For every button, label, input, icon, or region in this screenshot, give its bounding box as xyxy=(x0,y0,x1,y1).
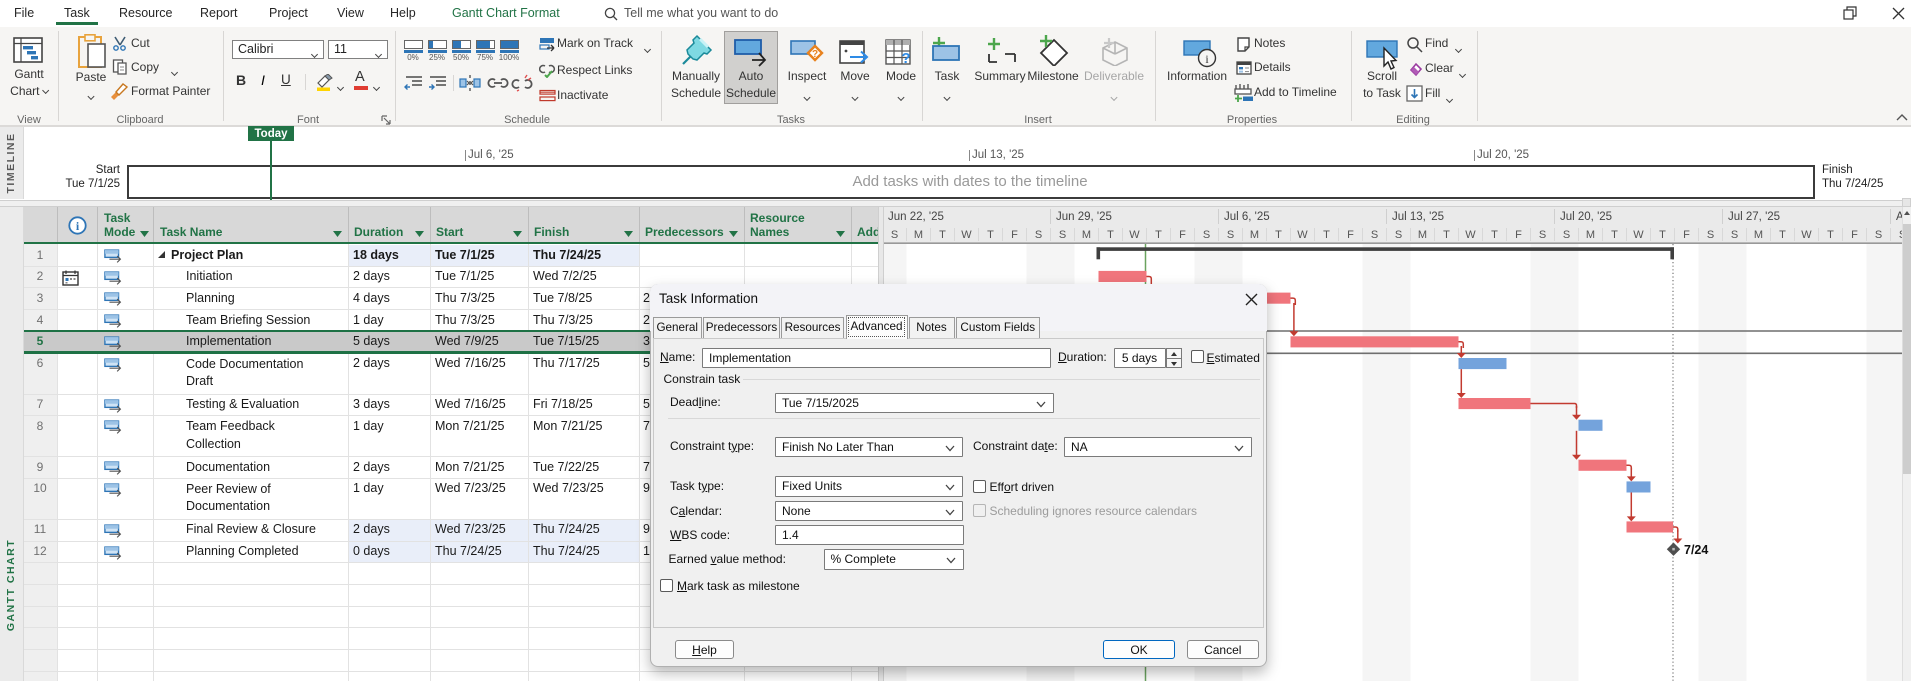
svg-text:S: S xyxy=(1707,229,1714,241)
svg-text:W: W xyxy=(961,229,972,241)
svg-text:T: T xyxy=(1491,229,1498,241)
svg-text:M: M xyxy=(914,229,923,241)
svg-text:Jun 22, '25: Jun 22, '25 xyxy=(888,211,944,223)
svg-text:Jul 6, '25: Jul 6, '25 xyxy=(1224,211,1270,223)
svg-text:F: F xyxy=(1851,229,1858,241)
svg-text:T: T xyxy=(1659,229,1666,241)
svg-text:T: T xyxy=(987,229,994,241)
svg-text:T: T xyxy=(1107,229,1114,241)
svg-text:W: W xyxy=(1465,229,1476,241)
svg-text:F: F xyxy=(1683,229,1690,241)
svg-text:W: W xyxy=(1297,229,1308,241)
svg-text:T: T xyxy=(1155,229,1162,241)
svg-text:S: S xyxy=(1227,229,1234,241)
svg-text:W: W xyxy=(1129,229,1140,241)
svg-text:M: M xyxy=(1082,229,1091,241)
svg-text:T: T xyxy=(1323,229,1330,241)
svg-text:7/24: 7/24 xyxy=(1684,543,1708,557)
svg-text:S: S xyxy=(1539,229,1546,241)
svg-text:Jul 27, '25: Jul 27, '25 xyxy=(1728,211,1780,223)
svg-text:S: S xyxy=(1563,229,1570,241)
svg-text:?: ? xyxy=(812,49,818,60)
svg-text:S: S xyxy=(1059,229,1066,241)
svg-text:?: ? xyxy=(901,50,910,66)
svg-text:M: M xyxy=(1418,229,1427,241)
svg-text:S: S xyxy=(1731,229,1738,241)
svg-text:T: T xyxy=(939,229,946,241)
svg-text:W: W xyxy=(1633,229,1644,241)
svg-text:T: T xyxy=(1779,229,1786,241)
svg-text:F: F xyxy=(1515,229,1522,241)
svg-text:T: T xyxy=(1275,229,1282,241)
svg-text:S: S xyxy=(1035,229,1042,241)
svg-text:W: W xyxy=(1801,229,1812,241)
svg-text:M: M xyxy=(1754,229,1763,241)
svg-text:T: T xyxy=(1611,229,1618,241)
svg-text:T: T xyxy=(1827,229,1834,241)
svg-text:F: F xyxy=(1011,229,1018,241)
svg-text:S: S xyxy=(1395,229,1402,241)
svg-text:S: S xyxy=(891,229,898,241)
svg-text:M: M xyxy=(1586,229,1595,241)
svg-text:F: F xyxy=(1347,229,1354,241)
svg-text:Jul 13, '25: Jul 13, '25 xyxy=(1392,211,1444,223)
svg-text:S: S xyxy=(1203,229,1210,241)
svg-text:F: F xyxy=(1179,229,1186,241)
svg-text:S: S xyxy=(1875,229,1882,241)
svg-text:Jul 20, '25: Jul 20, '25 xyxy=(1560,211,1612,223)
svg-text:Jun 29, '25: Jun 29, '25 xyxy=(1056,211,1112,223)
svg-text:M: M xyxy=(1250,229,1259,241)
svg-text:T: T xyxy=(1443,229,1450,241)
svg-text:S: S xyxy=(1371,229,1378,241)
